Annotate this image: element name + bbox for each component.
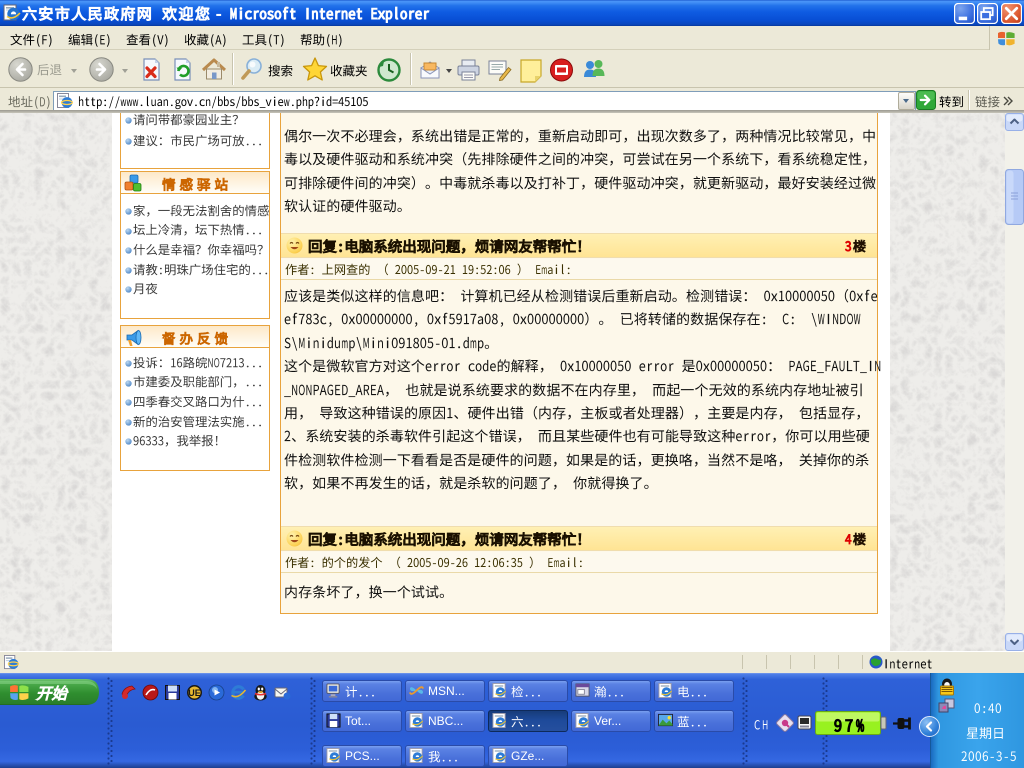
- svg-text:UE: UE: [188, 688, 201, 698]
